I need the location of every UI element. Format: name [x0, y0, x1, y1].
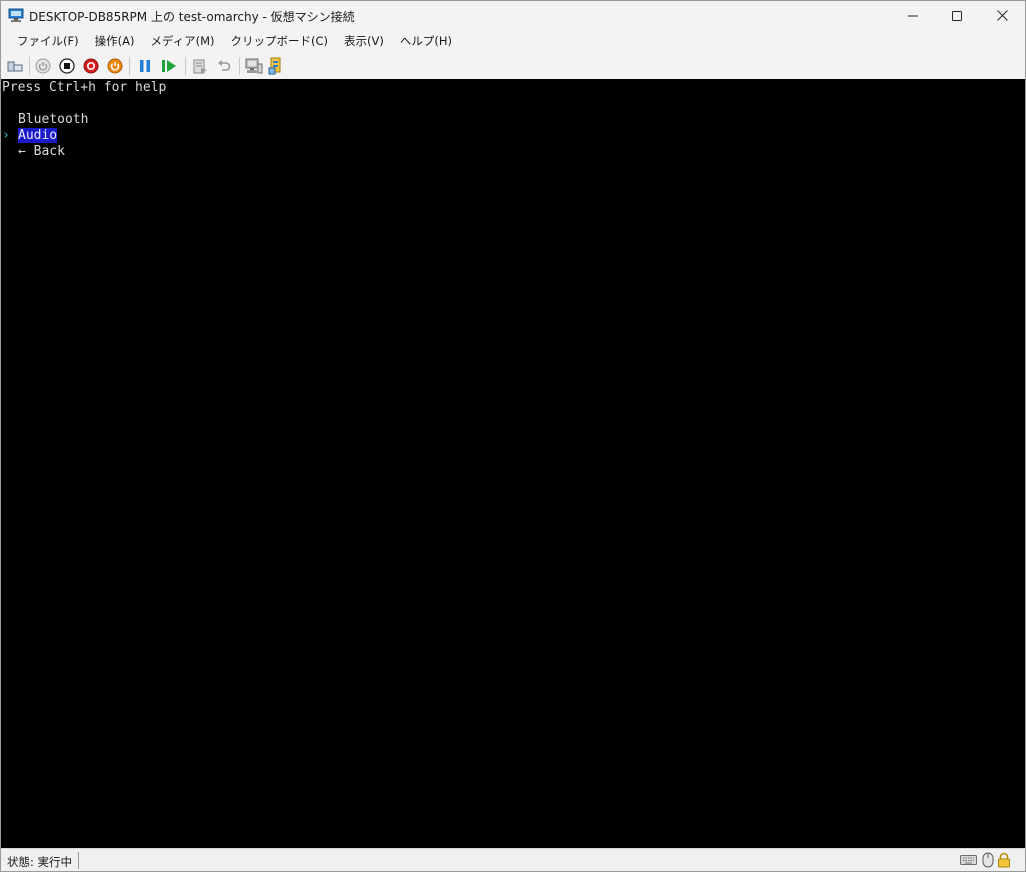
menu-option-back[interactable]: ← Back: [18, 144, 65, 160]
shut-down-button[interactable]: [82, 57, 100, 75]
minimize-button[interactable]: [890, 1, 936, 30]
share-icon: [268, 57, 281, 75]
keyboard-icon: [960, 855, 977, 865]
window-title: DESKTOP-DB85RPM 上の test-omarchy - 仮想マシン接…: [29, 10, 355, 24]
title-bar[interactable]: DESKTOP-DB85RPM 上の test-omarchy - 仮想マシン接…: [1, 1, 1025, 30]
pause-icon: [140, 60, 150, 72]
close-button[interactable]: [979, 1, 1025, 30]
revert-button[interactable]: [215, 57, 233, 75]
menu-option-audio[interactable]: Audio: [18, 128, 58, 144]
checkpoint-icon: [193, 59, 207, 74]
toolbar-separator: [239, 57, 240, 75]
menu-clipboard[interactable]: クリップボード(C): [223, 31, 337, 51]
pause-button[interactable]: [136, 57, 154, 75]
shut-down-icon: [83, 58, 99, 74]
turn-off-icon: [59, 58, 75, 74]
selection-caret-icon: ›: [2, 128, 10, 143]
share-button[interactable]: [268, 57, 286, 75]
mouse-indicator: [982, 852, 994, 868]
menu-file[interactable]: ファイル(F): [9, 31, 87, 51]
help-hint-text: Press Ctrl+h for help: [2, 80, 167, 95]
lock-indicator: [997, 852, 1011, 868]
checkpoint-button[interactable]: [191, 57, 209, 75]
keyboard-indicator: [960, 852, 977, 868]
close-icon: [996, 10, 1008, 21]
vm-console-screen[interactable]: Press Ctrl+h for help Bluetooth › Audio …: [1, 79, 1025, 848]
menu-option-bluetooth[interactable]: Bluetooth: [18, 112, 88, 128]
reset-power-icon: [107, 58, 123, 74]
minimize-icon: [908, 15, 918, 16]
toolbar-separator: [129, 57, 130, 75]
menu-view[interactable]: 表示(V): [336, 31, 392, 51]
menu-help[interactable]: ヘルプ(H): [392, 31, 460, 51]
vm-status-text: 状態: 実行中: [7, 855, 73, 869]
enhanced-session-icon: [245, 58, 263, 74]
reset-button[interactable]: [106, 57, 124, 75]
turn-off-button[interactable]: [58, 57, 76, 75]
menu-bar: ファイル(F) 操作(A) メディア(M) クリップボード(C) 表示(V) ヘ…: [1, 30, 1025, 52]
enhanced-session-button[interactable]: [245, 57, 263, 75]
toolbar-separator: [29, 57, 30, 75]
menu-media[interactable]: メディア(M): [142, 31, 222, 51]
revert-icon: [218, 60, 231, 71]
menu-action[interactable]: 操作(A): [87, 31, 143, 51]
maximize-icon: [952, 10, 962, 21]
lock-icon: [998, 852, 1010, 868]
ctrl-alt-del-icon: [7, 61, 23, 72]
toolbar-separator: [185, 57, 186, 75]
vm-connection-window: DESKTOP-DB85RPM 上の test-omarchy - 仮想マシン接…: [0, 0, 1026, 872]
resume-button[interactable]: [160, 57, 178, 75]
toolbar: [1, 52, 1025, 79]
start-button[interactable]: [34, 57, 52, 75]
status-separator: [78, 852, 79, 869]
start-icon: [35, 58, 51, 74]
mouse-icon: [982, 852, 994, 868]
maximize-button[interactable]: [934, 1, 980, 30]
status-bar: 状態: 実行中: [1, 848, 1025, 871]
vm-connection-app-icon: [8, 8, 24, 22]
ctrl-alt-del-button[interactable]: [6, 57, 24, 75]
selected-menu-option-text: Audio: [18, 128, 58, 143]
resume-icon: [162, 60, 176, 72]
